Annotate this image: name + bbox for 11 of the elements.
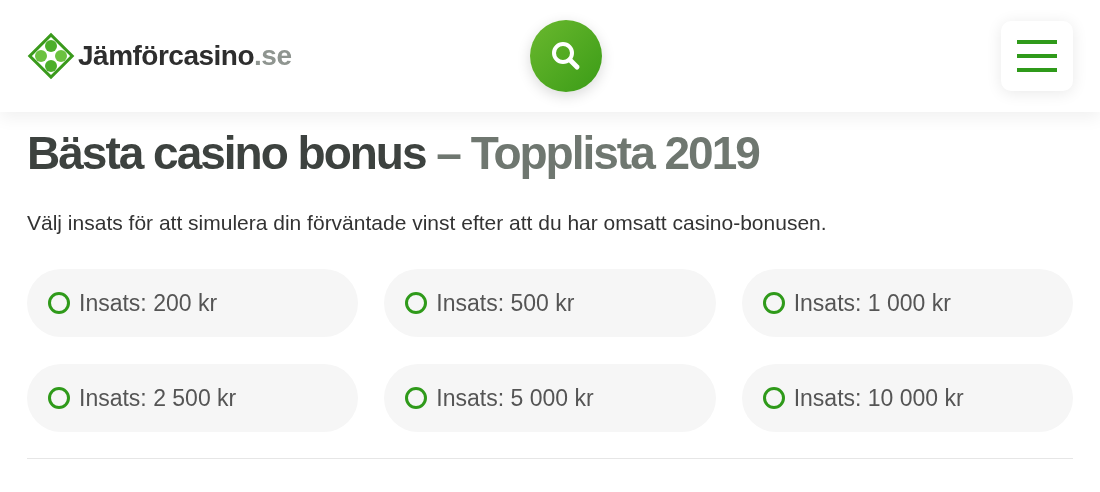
stake-option[interactable]: Insats: 5 000 kr <box>384 364 716 432</box>
stake-option[interactable]: Insats: 2 500 kr <box>27 364 359 432</box>
search-button[interactable] <box>530 20 602 92</box>
site-logo[interactable]: Jämförcasino.se <box>26 31 326 81</box>
menu-button[interactable] <box>1001 21 1073 91</box>
stake-option[interactable]: Insats: 1 000 kr <box>741 269 1073 337</box>
stake-option[interactable]: Insats: 10 000 kr <box>741 364 1073 432</box>
page-title: Bästa casino bonus – Topplista 2019 <box>27 126 760 181</box>
stake-option[interactable]: Insats: 200 kr <box>27 269 359 337</box>
intro-text: Välj insats för att simulera din förväntade vinst efter att du har omsatt casino-bonusen. <box>27 210 828 236</box>
stake-option[interactable]: Insats: 500 kr <box>384 269 716 337</box>
